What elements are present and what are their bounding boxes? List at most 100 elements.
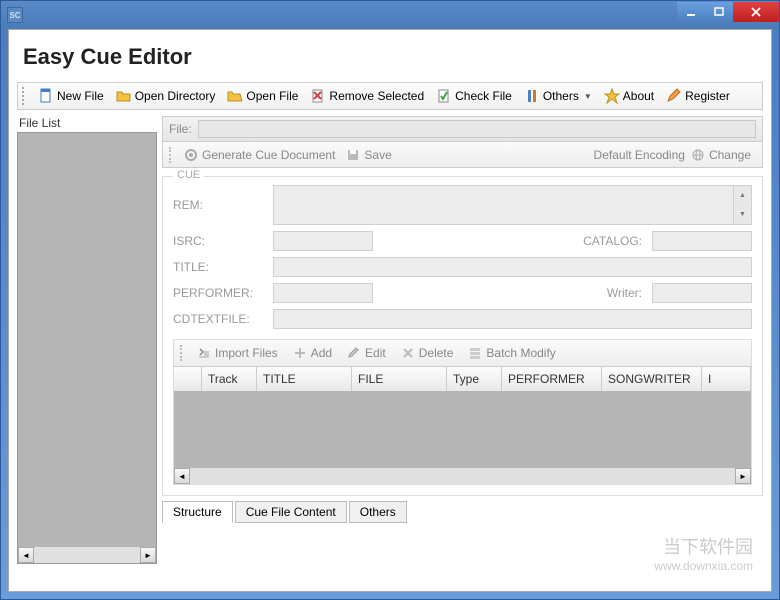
delete-icon — [400, 345, 416, 361]
remove-icon — [310, 88, 326, 104]
track-table-body[interactable] — [174, 391, 751, 468]
file-list-panel: File List ◄ ► — [17, 116, 157, 564]
col-track[interactable]: Track — [202, 367, 257, 391]
batch-icon — [467, 345, 483, 361]
col-songwriter[interactable]: SONGWRITER — [602, 367, 702, 391]
check-file-button[interactable]: Check File — [431, 86, 517, 106]
scroll-track[interactable] — [190, 468, 735, 484]
import-icon — [196, 345, 212, 361]
delete-track-button[interactable]: Delete — [395, 343, 459, 363]
maximize-button[interactable] — [705, 2, 733, 22]
save-icon — [345, 147, 361, 163]
catalog-input[interactable] — [652, 231, 752, 251]
register-button[interactable]: Register — [661, 86, 735, 106]
catalog-label: CATALOG: — [572, 234, 642, 248]
check-file-label: Check File — [455, 89, 512, 103]
isrc-input[interactable] — [273, 231, 373, 251]
import-files-button[interactable]: Import Files — [191, 343, 283, 363]
col-file[interactable]: FILE — [352, 367, 447, 391]
right-panel: File: Generate Cue Document Save Default… — [162, 116, 763, 564]
batch-modify-button[interactable]: Batch Modify — [462, 343, 560, 363]
generate-cue-label: Generate Cue Document — [202, 148, 335, 162]
col-performer[interactable]: PERFORMER — [502, 367, 602, 391]
scroll-right-button[interactable]: ► — [140, 547, 156, 563]
file-path-label: File: — [169, 122, 192, 136]
tab-others[interactable]: Others — [349, 501, 407, 523]
window-controls — [677, 1, 779, 29]
close-button[interactable] — [733, 2, 779, 22]
scroll-left-button[interactable]: ◄ — [18, 547, 34, 563]
open-directory-button[interactable]: Open Directory — [111, 86, 221, 106]
writer-input[interactable] — [652, 283, 752, 303]
file-path-input[interactable] — [198, 120, 756, 138]
track-table: Track TITLE FILE Type PERFORMER SONGWRIT… — [173, 367, 752, 485]
performer-input[interactable] — [273, 283, 373, 303]
globe-icon — [690, 147, 706, 163]
file-list-hscroll[interactable]: ◄ ► — [18, 547, 156, 563]
watermark-text1: 当下软件园 — [663, 537, 753, 557]
col-title[interactable]: TITLE — [257, 367, 352, 391]
spin-down-icon[interactable]: ▼ — [734, 205, 751, 224]
tab-cue-file-content[interactable]: Cue File Content — [235, 501, 347, 523]
gear-icon — [183, 147, 199, 163]
register-label: Register — [685, 89, 730, 103]
about-button[interactable]: About — [599, 86, 659, 106]
file-list-label: File List — [17, 116, 157, 132]
tab-structure[interactable]: Structure — [162, 501, 233, 523]
watermark: 当下软件园 www.downxia.com — [654, 533, 753, 573]
cue-legend: CUE — [173, 169, 204, 181]
app-icon: SC — [7, 7, 23, 23]
generate-cue-button[interactable]: Generate Cue Document — [178, 145, 340, 165]
pen-icon — [666, 88, 682, 104]
add-track-button[interactable]: Add — [287, 343, 337, 363]
content-row: File List ◄ ► File: — [9, 116, 771, 564]
scroll-right-button[interactable]: ► — [735, 468, 751, 484]
title-input[interactable] — [273, 257, 752, 277]
cdtextfile-label: CDTEXTFILE: — [173, 312, 263, 326]
edit-icon — [346, 345, 362, 361]
remove-selected-button[interactable]: Remove Selected — [305, 86, 429, 106]
col-extra[interactable]: I — [702, 367, 751, 391]
edit-label: Edit — [365, 346, 386, 360]
delete-label: Delete — [419, 346, 454, 360]
rem-label: REM: — [173, 198, 263, 212]
cdtextfile-input[interactable] — [273, 309, 752, 329]
new-file-label: New File — [57, 89, 104, 103]
import-files-label: Import Files — [215, 346, 278, 360]
new-file-button[interactable]: New File — [33, 86, 109, 106]
titlebar-left: SC — [7, 7, 29, 23]
scroll-left-button[interactable]: ◄ — [174, 468, 190, 484]
others-menu-button[interactable]: Others ▼ — [519, 86, 597, 106]
open-file-button[interactable]: Open File — [222, 86, 303, 106]
save-button[interactable]: Save — [340, 145, 396, 165]
rem-input[interactable] — [273, 185, 734, 225]
isrc-label: ISRC: — [173, 234, 263, 248]
close-icon — [751, 7, 761, 17]
open-file-label: Open File — [246, 89, 298, 103]
col-blank[interactable] — [174, 367, 202, 391]
client-area: Easy Cue Editor New File Open Directory … — [8, 29, 772, 592]
change-encoding-button[interactable]: Change — [685, 145, 756, 165]
maximize-icon — [714, 7, 724, 17]
remove-selected-label: Remove Selected — [329, 89, 424, 103]
edit-track-button[interactable]: Edit — [341, 343, 391, 363]
minimize-button[interactable] — [677, 2, 705, 22]
rem-spinner[interactable]: ▲ ▼ — [734, 185, 752, 225]
toolbar-grip — [22, 87, 27, 105]
bottom-tabs: Structure Cue File Content Others — [162, 500, 763, 522]
open-directory-label: Open Directory — [135, 89, 216, 103]
scroll-track[interactable] — [34, 547, 140, 563]
add-label: Add — [311, 346, 332, 360]
folder-icon — [227, 88, 243, 104]
new-file-icon — [38, 88, 54, 104]
file-list-box[interactable]: ◄ ► — [17, 132, 157, 564]
track-table-header: Track TITLE FILE Type PERFORMER SONGWRIT… — [174, 367, 751, 391]
col-type[interactable]: Type — [447, 367, 502, 391]
watermark-text2: www.downxia.com — [654, 559, 753, 573]
spin-up-icon[interactable]: ▲ — [734, 186, 751, 205]
dropdown-icon: ▼ — [584, 92, 592, 101]
main-toolbar: New File Open Directory Open File Remove… — [17, 82, 763, 110]
track-hscroll[interactable]: ◄ ► — [174, 468, 751, 484]
toolbar-grip — [180, 345, 185, 361]
writer-label: Writer: — [572, 286, 642, 300]
